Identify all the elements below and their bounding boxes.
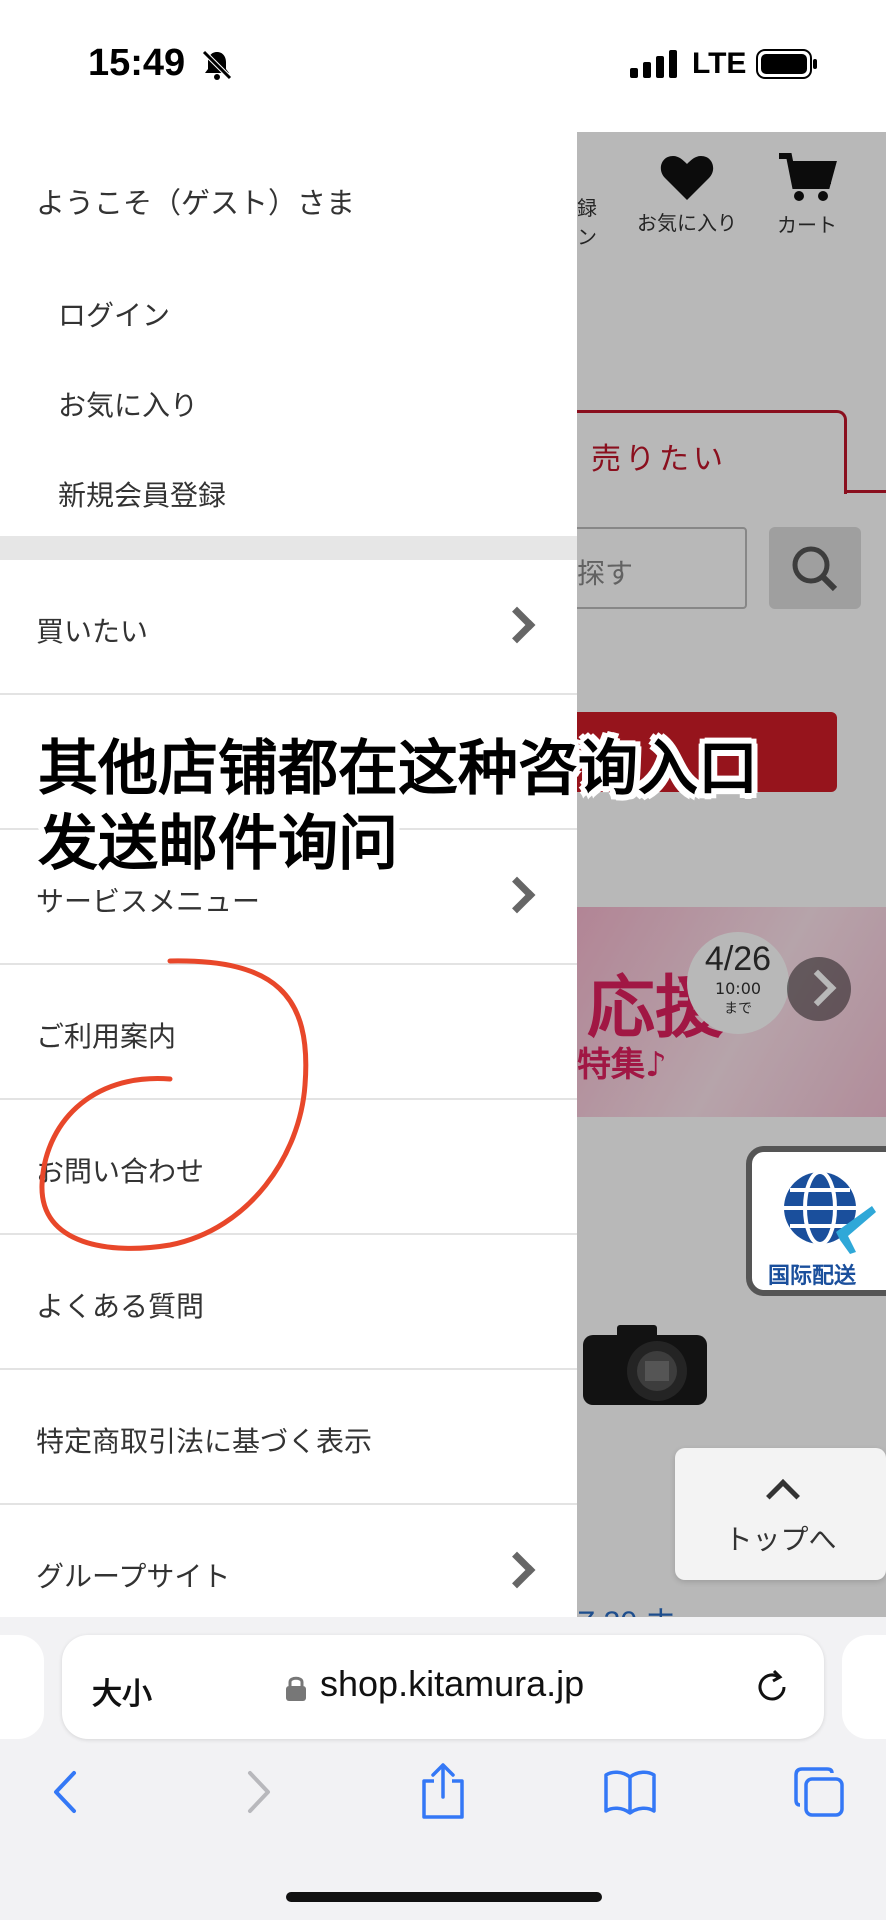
favorites-link[interactable]: お気に入り	[58, 384, 198, 424]
menu-item-label: 買いたい	[36, 615, 149, 648]
status-time: 15:49	[88, 42, 186, 84]
menu-item-label: グループサイト	[36, 1560, 231, 1593]
menu-item-contact[interactable]: お問い合わせ	[0, 1100, 577, 1235]
forward-icon[interactable]	[238, 1767, 278, 1817]
globe-plane-icon	[784, 1170, 876, 1254]
back-to-top-label: トップへ	[724, 1523, 837, 1556]
menu-item-label: 特定商取引法に基づく表示	[36, 1425, 373, 1458]
reload-icon[interactable]	[752, 1667, 792, 1707]
menu-item-guide[interactable]: ご利用案内	[0, 965, 577, 1100]
previous-tab-pill[interactable]	[0, 1635, 44, 1739]
back-to-top-button[interactable]: トップへ	[675, 1448, 886, 1580]
share-icon[interactable]	[418, 1761, 468, 1821]
tabs-icon[interactable]	[792, 1765, 846, 1819]
home-indicator	[286, 1892, 602, 1902]
text-size-button[interactable]: 大小	[92, 1669, 152, 1713]
chevron-up-icon	[766, 1479, 800, 1513]
menu-item-label: サービスメニュー	[36, 885, 261, 918]
menu-item-label: ご利用案内	[36, 1020, 177, 1053]
menu-item-buy[interactable]: 買いたい	[0, 560, 577, 695]
bell-slash-icon	[202, 50, 232, 80]
annotation-caption-line2: 发送邮件询问	[38, 809, 398, 879]
back-icon[interactable]	[46, 1767, 86, 1817]
intl-shipping-badge[interactable]: 国际配送	[746, 1146, 886, 1296]
register-link[interactable]: 新規会員登録	[58, 474, 226, 514]
network-label: LTE	[692, 47, 747, 80]
login-link[interactable]: ログイン	[58, 294, 170, 334]
drawer-backdrop[interactable]	[577, 132, 886, 1617]
drawer-divider	[0, 536, 577, 560]
intl-shipping-label: 国际配送	[767, 1264, 856, 1289]
menu-item-legal[interactable]: 特定商取引法に基づく表示	[0, 1370, 577, 1505]
url-text[interactable]: shop.kitamura.jp	[320, 1663, 584, 1705]
menu-item-label: よくある質問	[36, 1290, 205, 1323]
chevron-right-icon	[498, 876, 536, 914]
next-tab-pill[interactable]	[842, 1635, 886, 1739]
battery-icon	[756, 49, 817, 79]
chevron-right-icon	[498, 606, 536, 644]
signal-icon	[630, 50, 677, 78]
bookmarks-icon[interactable]	[602, 1767, 658, 1817]
menu-item-group-sites[interactable]: グループサイト	[0, 1505, 577, 1617]
menu-item-faq[interactable]: よくある質問	[0, 1235, 577, 1370]
welcome-message: ようこそ（ゲスト）さま	[36, 186, 356, 220]
status-bar: 15:49 LTE	[0, 0, 886, 130]
menu-item-label: お問い合わせ	[36, 1155, 205, 1188]
lock-icon	[286, 1676, 306, 1701]
safari-bottom-bar: 大小 shop.kitamura.jp	[0, 1617, 886, 1920]
chevron-right-icon	[498, 1551, 536, 1589]
annotation-caption-line1: 其他店铺都在这种咨询入口	[38, 734, 758, 804]
address-bar[interactable]: 大小 shop.kitamura.jp	[62, 1635, 824, 1739]
